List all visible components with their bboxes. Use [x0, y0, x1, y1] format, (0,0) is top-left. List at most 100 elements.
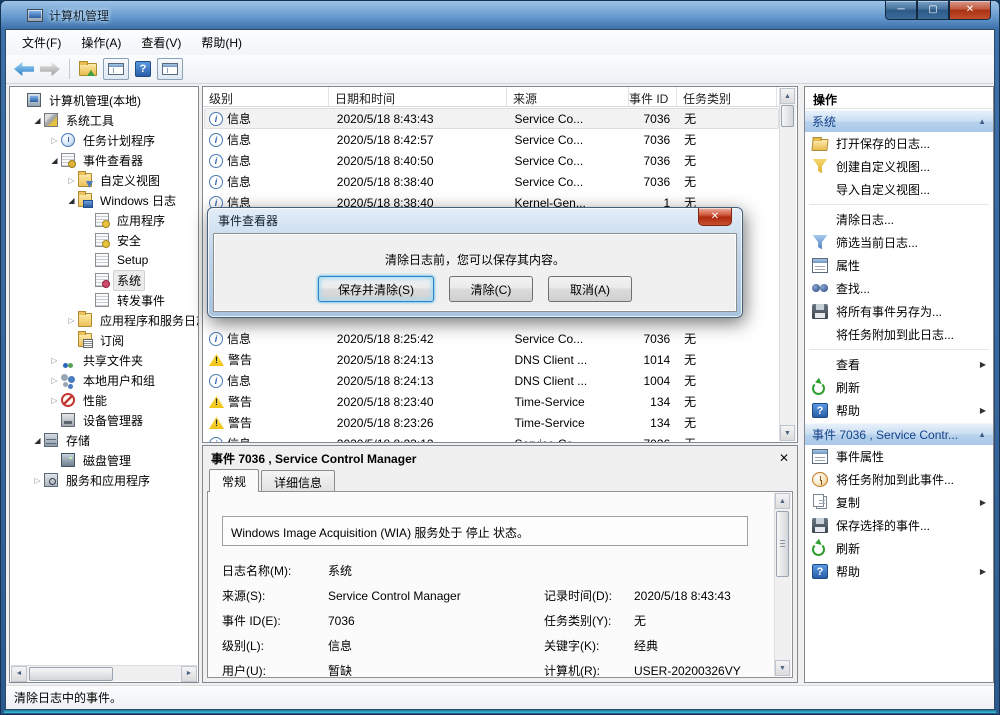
scroll-up-icon[interactable]: ▲: [780, 88, 795, 104]
tree-item[interactable]: ◢存储: [10, 430, 198, 450]
column-header[interactable]: 任务类别: [677, 87, 777, 106]
action-item[interactable]: 属性: [805, 254, 993, 277]
action-item[interactable]: 将任务附加到此日志...: [805, 323, 993, 346]
action-section-header[interactable]: 系统▲: [805, 110, 993, 132]
event-row[interactable]: 信息2020/5/18 8:38:40Service Co...7036无: [204, 171, 779, 192]
action-item[interactable]: 清除日志...: [805, 208, 993, 231]
tree-item[interactable]: Setup: [10, 250, 198, 270]
action-item[interactable]: 筛选当前日志...: [805, 231, 993, 254]
action-item[interactable]: 打开保存的日志...: [805, 132, 993, 155]
action-item[interactable]: 复制▶: [805, 491, 993, 514]
tree-item[interactable]: 系统: [10, 270, 198, 290]
tree-item[interactable]: ◢Windows 日志: [10, 190, 198, 210]
expander-closed-icon[interactable]: ▷: [65, 176, 78, 185]
tab-details[interactable]: 详细信息: [261, 470, 335, 491]
back-icon[interactable]: [14, 62, 34, 76]
scroll-right-icon[interactable]: ►: [181, 666, 197, 682]
tree-item[interactable]: ▷任务计划程序: [10, 130, 198, 150]
action-section-header[interactable]: 事件 7036 , Service Contr...▲: [805, 423, 993, 445]
tree-item[interactable]: 设备管理器: [10, 410, 198, 430]
expander-open-icon[interactable]: ◢: [31, 116, 44, 125]
detail-close-icon[interactable]: ✕: [779, 451, 789, 465]
expander-closed-icon[interactable]: ▷: [48, 376, 61, 385]
column-header[interactable]: 日期和时间: [329, 87, 507, 106]
help-icon[interactable]: [135, 61, 151, 77]
tree-item[interactable]: ▷服务和应用程序: [10, 470, 198, 490]
menu-action[interactable]: 操作(A): [71, 31, 131, 54]
tree-item[interactable]: 转发事件: [10, 290, 198, 310]
event-row[interactable]: 信息2020/5/18 8:40:50Service Co...7036无: [204, 150, 779, 171]
expander-open-icon[interactable]: ◢: [65, 196, 78, 205]
expander-closed-icon[interactable]: ▷: [48, 136, 61, 145]
export-folder-icon[interactable]: [79, 63, 97, 76]
maximize-button[interactable]: ▢: [917, 1, 949, 20]
detail-scrollbar[interactable]: ▲ ▼: [774, 493, 791, 676]
action-item[interactable]: 刷新: [805, 376, 993, 399]
scroll-left-icon[interactable]: ◄: [11, 666, 27, 682]
event-row[interactable]: 警告2020/5/18 8:23:26Time-Service134无: [204, 412, 779, 433]
close-button[interactable]: ✕: [949, 1, 991, 20]
dialog-button[interactable]: 取消(A): [548, 276, 632, 302]
scroll-down-icon[interactable]: ▼: [780, 425, 795, 441]
column-header[interactable]: 级别: [203, 87, 329, 106]
tree-item[interactable]: ▷性能: [10, 390, 198, 410]
expander-closed-icon[interactable]: ▷: [65, 316, 78, 325]
menu-file[interactable]: 文件(F): [12, 31, 71, 54]
tree-item[interactable]: 订阅: [10, 330, 198, 350]
tree-item[interactable]: 安全: [10, 230, 198, 250]
action-pane-toggle-button[interactable]: [157, 58, 183, 80]
tree-item[interactable]: ▷共享文件夹: [10, 350, 198, 370]
event-row[interactable]: 信息2020/5/18 8:25:42Service Co...7036无: [204, 328, 779, 349]
tree-item[interactable]: 应用程序: [10, 210, 198, 230]
event-list-scrollbar[interactable]: ▲ ▼: [779, 88, 796, 441]
console-tree-toggle-button[interactable]: [103, 58, 129, 80]
event-row[interactable]: 警告2020/5/18 8:23:40Time-Service134无: [204, 391, 779, 412]
expander-closed-icon[interactable]: ▷: [31, 476, 44, 485]
scrollbar-thumb[interactable]: [29, 667, 113, 681]
action-item[interactable]: 将所有事件另存为...: [805, 300, 993, 323]
action-item[interactable]: 帮助▶: [805, 399, 993, 422]
expander-open-icon[interactable]: ◢: [48, 156, 61, 165]
action-item[interactable]: 事件属性: [805, 445, 993, 468]
action-item[interactable]: 查看▶: [805, 353, 993, 376]
collapse-icon[interactable]: ▲: [978, 430, 986, 439]
action-item[interactable]: 刷新: [805, 537, 993, 560]
menu-help[interactable]: 帮助(H): [191, 31, 252, 54]
tree-item[interactable]: ▷自定义视图: [10, 170, 198, 190]
tree-item[interactable]: ▷应用程序和服务日志: [10, 310, 198, 330]
dialog-button[interactable]: 清除(C): [449, 276, 533, 302]
menu-view[interactable]: 查看(V): [131, 31, 191, 54]
scrollbar-thumb[interactable]: [776, 511, 789, 577]
scroll-up-icon[interactable]: ▲: [775, 493, 790, 509]
dialog-close-button[interactable]: ✕: [698, 208, 732, 226]
dialog-button[interactable]: 保存并清除(S): [318, 276, 434, 302]
event-row[interactable]: 信息2020/5/18 8:43:43Service Co...7036无: [204, 108, 779, 129]
scroll-down-icon[interactable]: ▼: [775, 660, 790, 676]
expander-closed-icon[interactable]: ▷: [48, 356, 61, 365]
expander-closed-icon[interactable]: ▷: [48, 396, 61, 405]
action-item[interactable]: 将任务附加到此事件...: [805, 468, 993, 491]
tree-horizontal-scrollbar[interactable]: ◄ ►: [11, 665, 197, 681]
column-header[interactable]: 来源: [507, 87, 629, 106]
column-header[interactable]: 事件 ID: [629, 87, 677, 106]
tree-item[interactable]: 计算机管理(本地): [10, 90, 198, 110]
event-row[interactable]: 信息2020/5/18 8:24:13DNS Client ...1004无: [204, 370, 779, 391]
tree-item[interactable]: ◢事件查看器: [10, 150, 198, 170]
event-row[interactable]: 警告2020/5/18 8:24:13DNS Client ...1014无: [204, 349, 779, 370]
expander-open-icon[interactable]: ◢: [31, 436, 44, 445]
minimize-button[interactable]: ─: [885, 1, 917, 20]
action-item[interactable]: 导入自定义视图...: [805, 178, 993, 201]
action-item[interactable]: 保存选择的事件...: [805, 514, 993, 537]
action-item[interactable]: 创建自定义视图...: [805, 155, 993, 178]
event-row[interactable]: 信息2020/5/18 8:23:12Service Co...7036无: [204, 433, 779, 443]
action-item[interactable]: 查找...: [805, 277, 993, 300]
collapse-icon[interactable]: ▲: [978, 117, 986, 126]
event-row[interactable]: 信息2020/5/18 8:42:57Service Co...7036无: [204, 129, 779, 150]
scrollbar-thumb[interactable]: [781, 105, 794, 127]
tree-item[interactable]: ◢系统工具: [10, 110, 198, 130]
tree-item[interactable]: ▷本地用户和组: [10, 370, 198, 390]
tree-item[interactable]: 磁盘管理: [10, 450, 198, 470]
tab-general[interactable]: 常规: [209, 469, 259, 492]
forward-icon[interactable]: [40, 62, 60, 76]
action-item[interactable]: 帮助▶: [805, 560, 993, 583]
